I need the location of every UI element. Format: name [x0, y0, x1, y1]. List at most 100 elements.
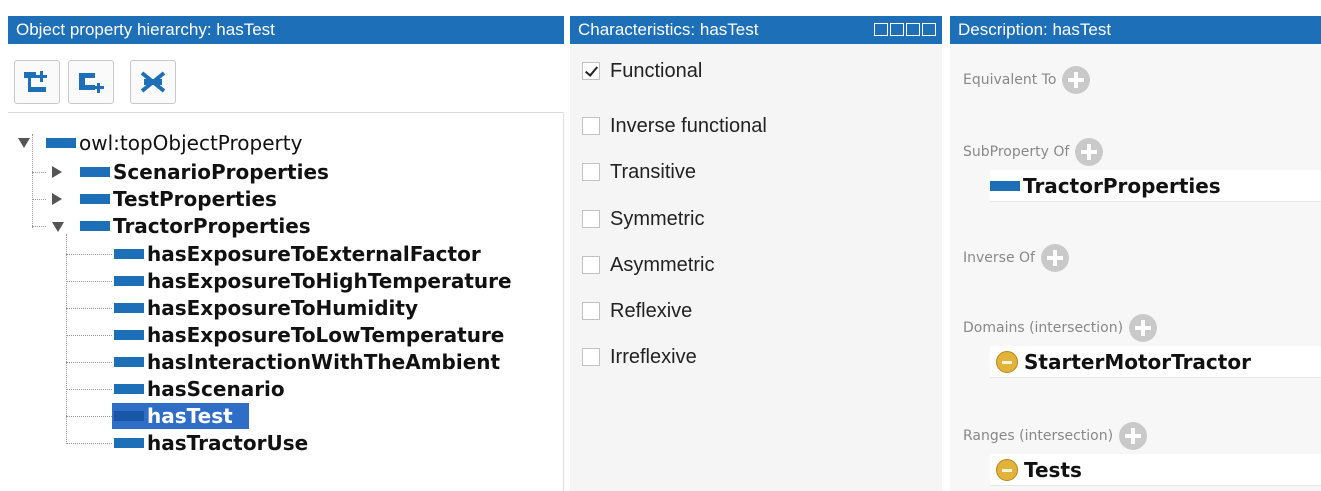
domain-value: StarterMotorTractor — [1024, 349, 1251, 374]
tree-node-property[interactable]: hasExposureToExternalFactor — [114, 241, 481, 267]
tree-guide-line — [66, 281, 112, 282]
tree-node-root[interactable]: owl:topObjectProperty — [46, 130, 302, 156]
checkbox-icon — [582, 348, 600, 366]
expand-toggle-root[interactable] — [18, 138, 30, 148]
tree-guide-line — [66, 443, 112, 444]
subproperty-value: TractorProperties — [1023, 173, 1221, 198]
range-value: Tests — [1024, 457, 1082, 482]
domains-label: Domains (intersection) — [963, 320, 1124, 336]
add-sub-property-icon — [24, 71, 47, 92]
add-equivalent-icon[interactable] — [1062, 66, 1091, 94]
checkbox-icon — [582, 163, 600, 181]
tree-node-label: hasExposureToExternalFactor — [147, 242, 481, 266]
tree-node-label: hasInteractionWithTheAmbient — [147, 350, 501, 374]
tree-node-tractor-properties[interactable]: TractorProperties — [80, 213, 311, 239]
delete-property-button[interactable] — [130, 60, 176, 104]
characteristic-label: Asymmetric — [610, 253, 715, 276]
add-inverse-icon[interactable] — [1040, 244, 1069, 272]
tree-node-property[interactable]: hasExposureToLowTemperature — [114, 322, 504, 348]
object-property-icon — [80, 221, 110, 231]
object-property-icon — [114, 357, 144, 367]
symmetric-checkbox[interactable]: Symmetric — [582, 206, 704, 232]
tree-node-property[interactable]: hasTractorUse — [114, 430, 308, 456]
tree-node-scenario-properties[interactable]: ScenarioProperties — [80, 159, 329, 185]
add-sub-property-button[interactable] — [14, 60, 60, 104]
close-view-icon[interactable] — [922, 23, 936, 36]
delete-property-icon — [140, 71, 166, 93]
characteristics-panel: Characteristics: hasTest Functional Inve… — [570, 16, 942, 491]
tree-guide-line — [32, 172, 46, 173]
functional-checkbox[interactable]: Functional — [582, 58, 702, 84]
object-property-icon — [114, 438, 144, 448]
ranges-section: Ranges (intersection) — [963, 422, 1148, 450]
checkbox-icon — [582, 210, 600, 228]
ranges-label: Ranges (intersection) — [963, 428, 1114, 444]
tree-guide-line — [66, 335, 112, 336]
add-domain-icon[interactable] — [1129, 314, 1158, 342]
tree-node-property[interactable]: hasInteractionWithTheAmbient — [114, 349, 500, 375]
float-view-icon[interactable] — [906, 23, 920, 36]
minimize-view-icon[interactable] — [890, 23, 904, 36]
tree-guide-line — [66, 416, 112, 417]
tree-node-test-properties[interactable]: TestProperties — [80, 186, 277, 212]
add-range-icon[interactable] — [1119, 422, 1148, 450]
tree-guide-line — [66, 362, 112, 363]
object-property-icon — [80, 194, 110, 204]
characteristics-title-text: Characteristics: hasTest — [578, 20, 759, 39]
object-property-icon — [114, 276, 144, 286]
domain-entry[interactable]: StarterMotorTractor — [990, 346, 1321, 378]
class-icon — [996, 458, 1018, 481]
expand-arrow-icon — [52, 193, 62, 205]
transitive-checkbox[interactable]: Transitive — [582, 159, 696, 185]
object-property-icon — [46, 138, 76, 148]
characteristic-label: Irreflexive — [610, 345, 697, 368]
class-icon — [996, 350, 1018, 373]
equivalent-to-label: Equivalent To — [963, 72, 1057, 88]
split-view-icon[interactable] — [874, 23, 888, 36]
expand-toggle-scenario[interactable] — [52, 166, 62, 178]
checkbox-icon — [582, 117, 600, 135]
add-subproperty-icon[interactable] — [1075, 138, 1104, 166]
description-panel: Description: hasTest Equivalent To SubPr… — [950, 16, 1321, 491]
range-entry[interactable]: Tests — [990, 454, 1321, 486]
tree-guide-line — [32, 199, 46, 200]
tree-node-property[interactable]: hasScenario — [114, 376, 285, 402]
tree-node-label: hasTest — [147, 404, 233, 428]
expand-toggle-test[interactable] — [52, 193, 62, 205]
object-property-icon — [114, 384, 144, 394]
checkbox-icon — [582, 256, 600, 274]
toolbar-divider — [8, 112, 564, 113]
characteristic-label: Inverse functional — [610, 114, 767, 137]
tree-guide-line — [32, 226, 46, 227]
add-sibling-property-icon — [79, 73, 104, 93]
tree-guide-line — [66, 389, 112, 390]
characteristic-label: Functional — [610, 59, 703, 82]
subproperty-entry[interactable]: TractorProperties — [990, 170, 1321, 202]
tree-node-property-selected[interactable]: hasTest — [114, 403, 233, 429]
subproperty-of-section: SubProperty Of — [963, 138, 1104, 166]
inverse-of-label: Inverse Of — [963, 250, 1035, 266]
subproperty-of-label: SubProperty Of — [963, 144, 1070, 160]
asymmetric-checkbox[interactable]: Asymmetric — [582, 252, 714, 278]
tree-node-label: hasExposureToLowTemperature — [147, 323, 505, 347]
tree-guide-line — [66, 254, 112, 255]
characteristic-label: Symmetric — [610, 207, 705, 230]
tree-node-label: hasTractorUse — [147, 431, 309, 455]
inverse-functional-checkbox[interactable]: Inverse functional — [582, 113, 767, 139]
collapse-arrow-icon — [18, 138, 30, 148]
object-property-hierarchy-panel: Object property hierarchy: hasTest owl:t… — [8, 16, 564, 491]
view-controls — [874, 23, 936, 36]
inverse-of-section: Inverse Of — [963, 244, 1069, 272]
collapse-arrow-icon — [52, 222, 64, 232]
hierarchy-panel-title: Object property hierarchy: hasTest — [8, 16, 564, 44]
checkbox-checked-icon — [582, 62, 600, 80]
expand-toggle-tractor[interactable] — [52, 222, 64, 232]
characteristic-label: Reflexive — [610, 299, 693, 322]
tree-node-label: TestProperties — [113, 187, 277, 211]
add-sibling-property-button[interactable] — [68, 60, 114, 104]
tree-node-property[interactable]: hasExposureToHighTemperature — [114, 268, 512, 294]
irreflexive-checkbox[interactable]: Irreflexive — [582, 344, 697, 370]
tree-guide-line — [66, 234, 67, 444]
reflexive-checkbox[interactable]: Reflexive — [582, 298, 692, 324]
tree-node-property[interactable]: hasExposureToHumidity — [114, 295, 418, 321]
